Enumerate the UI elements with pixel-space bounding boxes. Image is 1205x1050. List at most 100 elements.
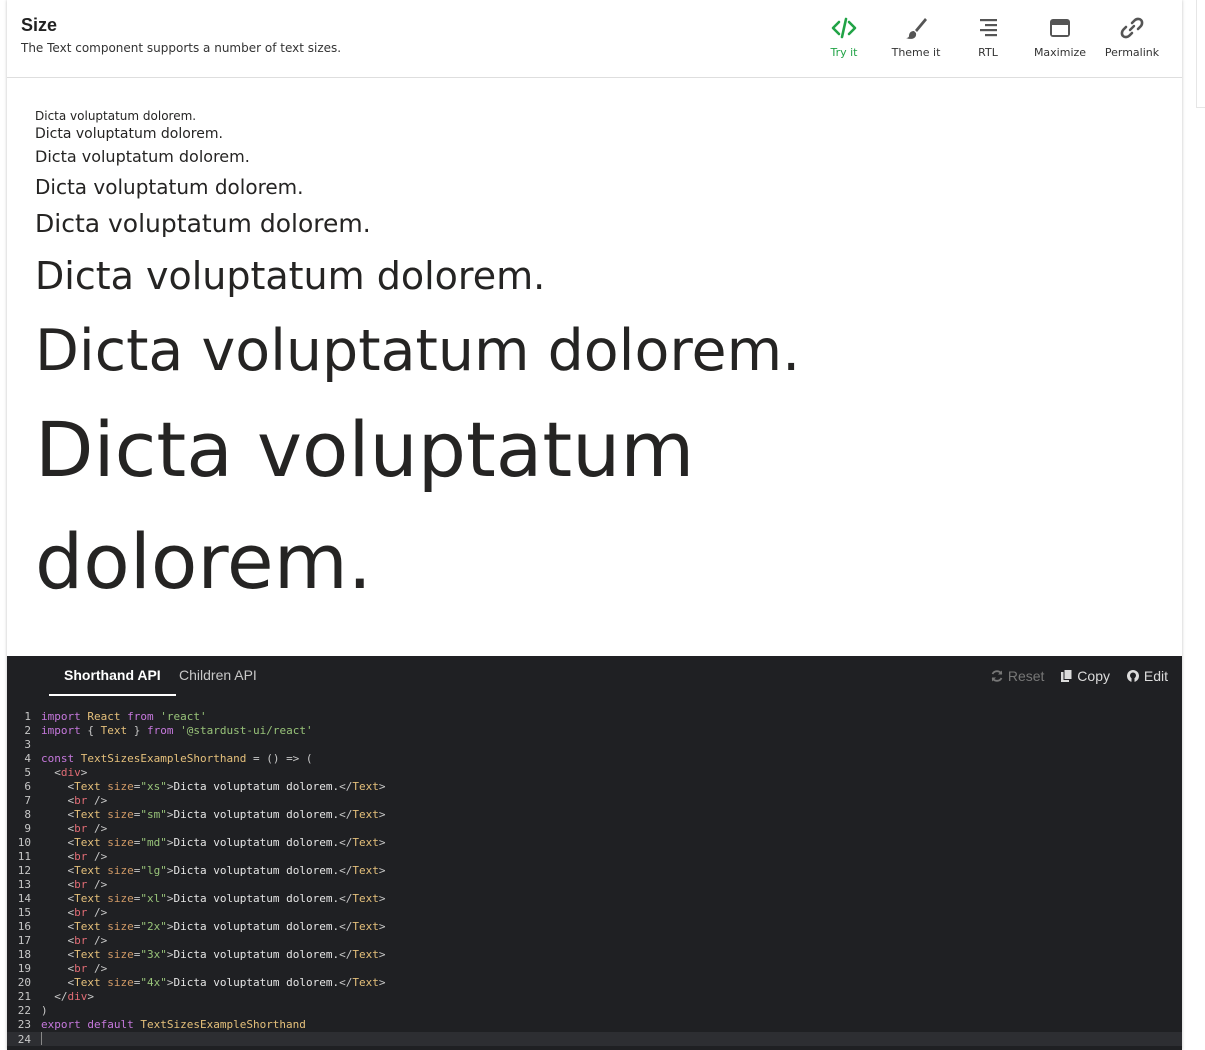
code-token: Text: [74, 808, 101, 821]
code-token: <: [41, 934, 75, 947]
reset-button[interactable]: Reset: [990, 668, 1044, 684]
code-token: Text: [74, 948, 101, 961]
text-caret: [41, 1032, 42, 1045]
example-description: The Text component supports a number of …: [21, 41, 342, 55]
line-number: 9: [24, 822, 31, 835]
code-token: Text: [74, 976, 101, 989]
code-token: >: [166, 948, 174, 961]
line-number: 3: [24, 738, 31, 751]
text-size-xs: Dicta voluptatum dolorem.: [35, 109, 197, 123]
code-token: "xs": [140, 780, 167, 793]
code-token: React: [87, 710, 121, 723]
code-token: </: [339, 976, 353, 989]
code-token: />: [87, 850, 108, 863]
code-token: div: [67, 990, 88, 1003]
code-token: >: [378, 920, 386, 933]
code-token: <: [41, 822, 75, 835]
code-token: >: [166, 836, 174, 849]
code-line: 15 <br />: [7, 906, 1182, 920]
line-number: 16: [17, 920, 31, 933]
code-token: >: [378, 780, 386, 793]
copy-button[interactable]: Copy: [1060, 668, 1110, 684]
paintbrush-icon: [906, 18, 927, 39]
code-token: size: [107, 892, 134, 905]
code-token: TextSizesExampleShorthand: [140, 1018, 306, 1031]
example-title: Size: [21, 15, 58, 35]
code-line: 19 <br />: [7, 962, 1182, 976]
text-size-2x: Dicta voluptatum dolorem.: [35, 254, 546, 298]
code-token: size: [107, 920, 134, 933]
code-token: Text: [352, 892, 379, 905]
line-number: 22: [17, 1004, 31, 1017]
text-size-4x: Dicta voluptatum dolorem.: [35, 405, 695, 606]
try-it-button[interactable]: Try it: [808, 15, 880, 59]
code-token: Dicta voluptatum dolorem.: [173, 892, 340, 905]
code-line: 21 </div>: [7, 990, 1182, 1004]
adjacent-panel-edge: [1196, 0, 1205, 108]
code-token: >: [166, 780, 174, 793]
rtl-label: RTL: [978, 46, 998, 59]
code-token: <: [41, 892, 75, 905]
code-line: 3: [7, 738, 1182, 752]
line-number: 10: [17, 836, 31, 849]
code-line: 23 export default TextSizesExampleShortha…: [7, 1018, 1182, 1032]
code-token: Text: [352, 976, 379, 989]
code-token: Dicta voluptatum dolorem.: [173, 976, 340, 989]
code-line: 16 <Text size="2x">Dicta voluptatum dolo…: [7, 920, 1182, 934]
code-token: Dicta voluptatum dolorem.: [173, 780, 340, 793]
code-token: br: [74, 906, 88, 919]
code-token: Text: [352, 808, 379, 821]
theme-it-button[interactable]: Theme it: [880, 15, 952, 59]
line-number: 7: [24, 794, 31, 807]
tab-children-api[interactable]: Children API: [164, 656, 272, 696]
code-line: 6 <Text size="xs">Dicta voluptatum dolor…: [7, 780, 1182, 794]
code-token: <: [41, 948, 75, 961]
line-number: 12: [17, 864, 31, 877]
theme-it-label: Theme it: [891, 46, 941, 59]
maximize-button[interactable]: Maximize: [1024, 15, 1096, 59]
permalink-label: Permalink: [1104, 46, 1160, 59]
code-token: <: [41, 962, 75, 975]
code-token: </: [339, 920, 353, 933]
code-token: from: [147, 724, 174, 737]
code-line: 14 <Text size="xl">Dicta voluptatum dolo…: [7, 892, 1182, 906]
permalink-button[interactable]: Permalink: [1096, 15, 1168, 59]
code-token: <: [41, 808, 75, 821]
code-token: div: [60, 766, 81, 779]
code-token: >: [378, 808, 386, 821]
code-editor[interactable]: 1 import React from 'react' 2 import { Text…: [7, 710, 1182, 1046]
code-token: export: [41, 1018, 81, 1031]
code-token: import: [41, 724, 81, 737]
line-number: 14: [17, 892, 31, 905]
code-token: br: [74, 850, 88, 863]
code-token: >: [166, 920, 174, 933]
code-token: />: [87, 794, 108, 807]
text-size-sm: Dicta voluptatum dolorem.: [35, 126, 223, 142]
tab-shorthand-api[interactable]: Shorthand API: [49, 656, 176, 696]
code-token: Text: [74, 780, 101, 793]
code-token: size: [107, 976, 134, 989]
rendered-example: Dicta voluptatum dolorem. Dicta voluptat…: [35, 100, 1165, 618]
edit-button[interactable]: Edit: [1126, 668, 1168, 684]
line-number: 15: [17, 906, 31, 919]
code-token: }: [127, 724, 147, 737]
code-token: >: [166, 892, 174, 905]
code-token: >: [378, 948, 386, 961]
code-token: </: [41, 990, 68, 1003]
code-token: Dicta voluptatum dolorem.: [173, 864, 340, 877]
code-token: br: [74, 794, 88, 807]
maximize-label: Maximize: [1033, 46, 1087, 59]
code-token: '@stardust-ui/react': [180, 724, 313, 737]
code-token: <: [41, 920, 75, 933]
edit-label: Edit: [1143, 668, 1168, 684]
rtl-button[interactable]: RTL: [952, 15, 1024, 59]
code-token: const: [41, 752, 75, 765]
code-token: TextSizesExampleShorthand: [80, 752, 247, 765]
code-token: from: [127, 710, 154, 723]
code-token: Dicta voluptatum dolorem.: [173, 948, 340, 961]
code-token: <: [41, 766, 61, 779]
code-token: br: [74, 878, 88, 891]
code-token: size: [107, 948, 134, 961]
code-line: 7 <br />: [7, 794, 1182, 808]
code-token: "lg": [140, 864, 167, 877]
